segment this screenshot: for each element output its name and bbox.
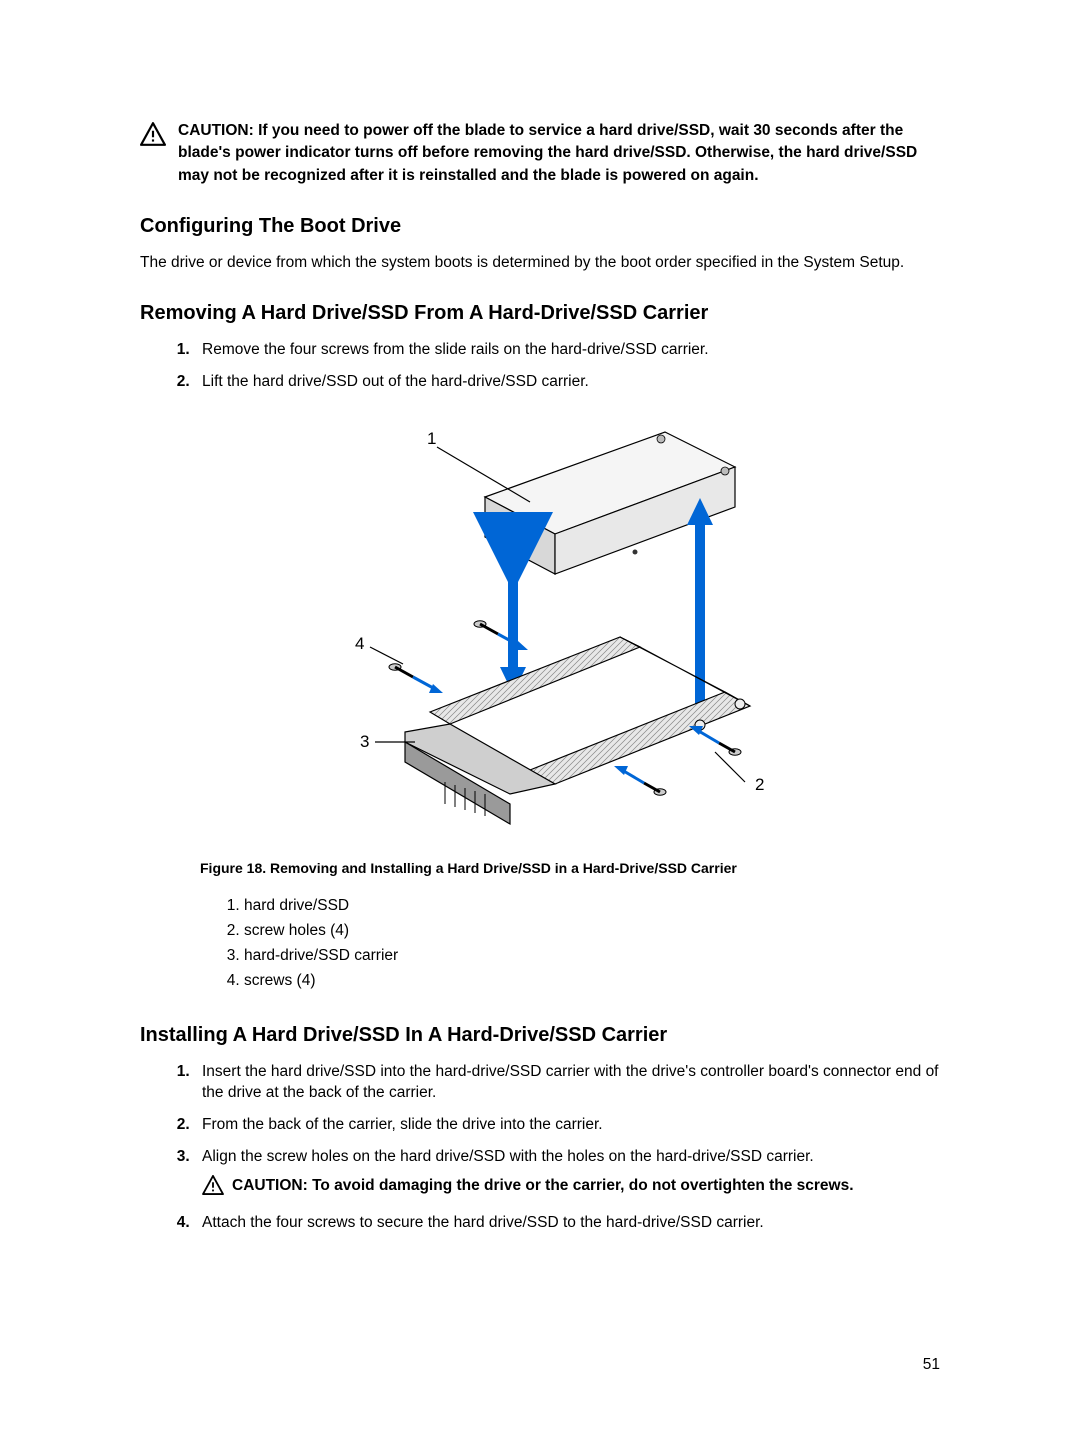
legend-item-1: hard drive/SSD xyxy=(244,894,940,919)
legend-item-4: screws (4) xyxy=(244,969,940,994)
installing-step-2: From the back of the carrier, slide the … xyxy=(194,1114,940,1136)
document-page: CAUTION: If you need to power off the bl… xyxy=(0,0,1080,1322)
caution-block-1: CAUTION: If you need to power off the bl… xyxy=(140,120,940,187)
heading-configuring-boot-drive: Configuring The Boot Drive xyxy=(140,215,940,238)
figure-18: 1 2 3 4 Figure 18. Removing and Installi… xyxy=(170,412,940,993)
section-configuring-boot-drive: Configuring The Boot Drive The drive or … xyxy=(140,215,940,274)
section-installing-drive: Installing A Hard Drive/SSD In A Hard-Dr… xyxy=(140,1024,940,1234)
body-configuring-boot-drive: The drive or device from which the syste… xyxy=(140,252,940,274)
figure-18-caption: Figure 18. Removing and Installing a Har… xyxy=(200,860,940,876)
figure-callout-2: 2 xyxy=(755,775,764,794)
removing-step-2: Lift the hard drive/SSD out of the hard-… xyxy=(194,371,940,393)
removing-step-1: Remove the four screws from the slide ra… xyxy=(194,339,940,361)
installing-steps: Insert the hard drive/SSD into the hard-… xyxy=(140,1061,940,1234)
figure-18-svg: 1 2 3 4 xyxy=(305,412,805,842)
figure-callout-4: 4 xyxy=(355,634,364,653)
removing-steps: Remove the four screws from the slide ra… xyxy=(140,339,940,392)
figure-18-legend: hard drive/SSD screw holes (4) hard-driv… xyxy=(228,894,940,993)
inline-caution-text: CAUTION: To avoid damaging the drive or … xyxy=(232,1175,854,1202)
installing-step-3: Align the screw holes on the hard drive/… xyxy=(194,1146,940,1202)
heading-removing-drive: Removing A Hard Drive/SSD From A Hard-Dr… xyxy=(140,302,940,325)
installing-step-4: Attach the four screws to secure the har… xyxy=(194,1212,940,1234)
page-number: 51 xyxy=(923,1356,940,1374)
legend-item-3: hard-drive/SSD carrier xyxy=(244,944,940,969)
caution-text-1: CAUTION: If you need to power off the bl… xyxy=(178,120,940,187)
caution-icon xyxy=(202,1175,224,1202)
figure-callout-1: 1 xyxy=(427,429,436,448)
legend-item-2: screw holes (4) xyxy=(244,919,940,944)
heading-installing-drive: Installing A Hard Drive/SSD In A Hard-Dr… xyxy=(140,1024,940,1047)
inline-caution: CAUTION: To avoid damaging the drive or … xyxy=(202,1175,940,1202)
figure-callout-3: 3 xyxy=(360,732,369,751)
section-removing-drive: Removing A Hard Drive/SSD From A Hard-Dr… xyxy=(140,302,940,994)
installing-step-1: Insert the hard drive/SSD into the hard-… xyxy=(194,1061,940,1104)
caution-icon xyxy=(140,120,166,187)
